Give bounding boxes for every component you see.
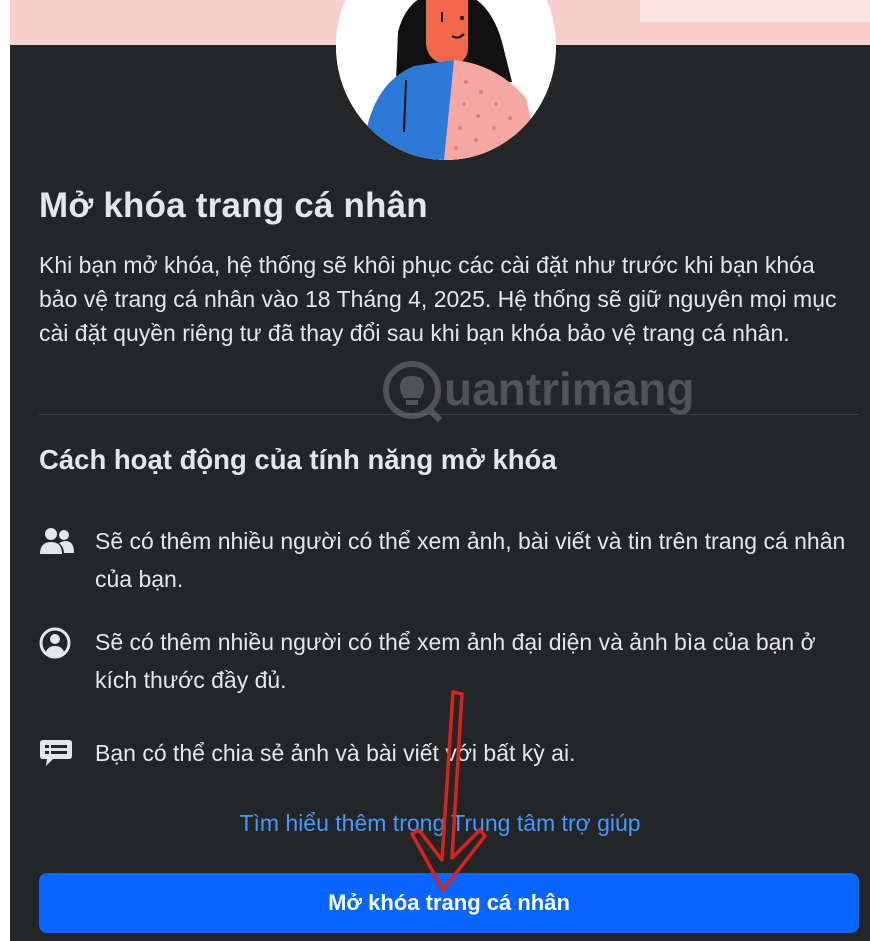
illustration-avatar xyxy=(336,0,556,160)
people-icon xyxy=(39,526,75,556)
list-item-text: Sẽ có thêm nhiều người có thể xem ảnh, b… xyxy=(95,528,846,592)
speech-bubble-icon xyxy=(39,738,75,768)
page-title: Mở khóa trang cá nhân xyxy=(39,186,428,225)
unlock-description: Khi bạn mở khóa, hệ thống sẽ khôi phục c… xyxy=(39,252,837,346)
list-item-text: Bạn có thể chia sẻ ảnh và bài viết với b… xyxy=(95,740,576,766)
watermark: uantrimang xyxy=(382,358,712,428)
section-divider xyxy=(39,414,859,415)
unlock-profile-dialog: Mở khóa trang cá nhân Khi bạn mở khóa, h… xyxy=(10,0,870,941)
banner-decoration-right xyxy=(640,0,870,22)
woman-illustration xyxy=(336,0,556,160)
how-it-works-title: Cách hoạt động của tính năng mở khóa xyxy=(39,444,557,475)
list-item-text: Sẽ có thêm nhiều người có thể xem ảnh đạ… xyxy=(95,629,816,693)
profile-circle-icon xyxy=(39,627,75,659)
help-center-link[interactable]: Tìm hiểu thêm trong Trung tâm trợ giúp xyxy=(10,810,870,837)
watermark-text: uantrimang xyxy=(444,363,695,415)
unlock-profile-button[interactable]: Mở khóa trang cá nhân xyxy=(39,873,859,933)
